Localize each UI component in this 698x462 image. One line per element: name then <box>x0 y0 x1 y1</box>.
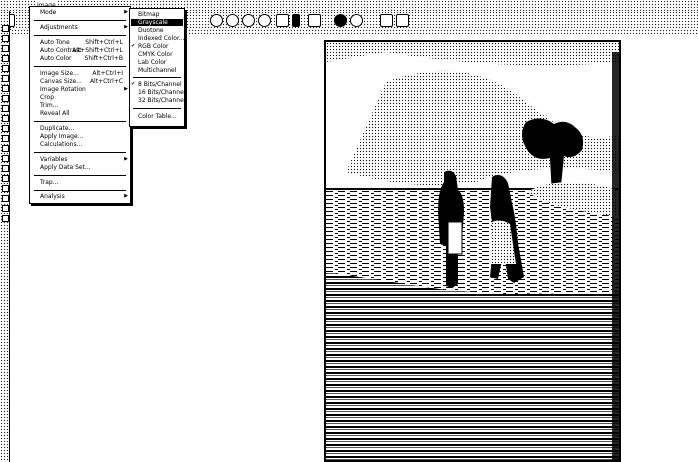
menu-item-auto-color[interactable]: Auto Color Shift+Ctrl+B <box>40 55 127 62</box>
brush-tool-icon[interactable] <box>2 95 9 102</box>
menu-item-mode[interactable]: Mode ▶ <box>40 9 128 16</box>
mode-item-bitmap[interactable]: Bitmap <box>138 11 182 18</box>
lasso-tool-icon[interactable] <box>2 45 9 52</box>
menu-separator <box>133 77 181 78</box>
option-icon-3[interactable] <box>242 14 255 27</box>
option-icon-7[interactable] <box>308 14 321 27</box>
quick-select-tool-icon[interactable] <box>2 55 9 62</box>
type-tool-icon[interactable] <box>2 175 9 182</box>
eraser-tool-icon[interactable] <box>2 125 9 132</box>
mode-item-indexed-color[interactable]: Indexed Color... <box>138 35 185 42</box>
submenu-arrow-icon: ▶ <box>124 86 128 92</box>
zoom-tool-icon[interactable] <box>2 215 9 222</box>
checkmark-icon: ✔ <box>131 81 136 87</box>
mode-item-grayscale[interactable]: Grayscale <box>131 19 183 26</box>
menu-item-calculations[interactable]: Calculations... <box>40 141 127 148</box>
option-icon-9[interactable] <box>350 14 363 27</box>
menu-item-image-rotation[interactable]: Image Rotation ▶ <box>40 86 128 93</box>
dodge-tool-icon[interactable] <box>2 155 9 162</box>
mode-item-32-bits[interactable]: 32 Bits/Channel <box>138 97 185 104</box>
submenu-arrow-icon: ▶ <box>124 9 128 15</box>
menu-item-auto-tone[interactable]: Auto Tone Shift+Ctrl+L <box>40 39 127 46</box>
menu-item-variables[interactable]: Variables ▶ <box>40 156 128 163</box>
mode-submenu: Bitmap Grayscale Duotone Indexed Color..… <box>129 8 185 127</box>
crop-tool-icon[interactable] <box>2 65 9 72</box>
mode-item-lab-color[interactable]: Lab Color <box>138 59 182 66</box>
mode-item-color-table[interactable]: Color Table... <box>138 113 182 120</box>
image-menu-dropdown: Mode ▶ Adjustments ▶ Auto Tone Shift+Ctr… <box>29 6 131 204</box>
menu-separator <box>34 20 126 21</box>
menu-item-auto-contrast[interactable]: Auto Contrast Alt+Shift+Ctrl+L <box>40 47 127 54</box>
menu-separator <box>34 35 126 36</box>
mode-item-multichannel[interactable]: Multichannel <box>138 67 182 74</box>
menu-item-adjustments[interactable]: Adjustments ▶ <box>40 24 128 31</box>
option-icon-2[interactable] <box>226 14 239 27</box>
mode-item-cmyk-color[interactable]: CMYK Color <box>138 51 182 58</box>
option-icon-11[interactable] <box>396 14 409 27</box>
path-select-icon[interactable] <box>2 185 9 192</box>
menu-item-canvas-size[interactable]: Canvas Size... Alt+Ctrl+C <box>40 78 127 85</box>
menu-separator <box>133 108 181 109</box>
menu-separator <box>34 190 126 191</box>
option-icon-1[interactable] <box>210 14 223 27</box>
mode-item-duotone[interactable]: Duotone <box>138 27 182 34</box>
submenu-arrow-icon: ▶ <box>124 156 128 162</box>
menu-item-apply-image[interactable]: Apply Image... <box>40 133 127 140</box>
option-icon-10[interactable] <box>380 14 393 27</box>
mode-item-16-bits[interactable]: 16 Bits/Channel <box>138 89 185 96</box>
menu-item-trap[interactable]: Trap... <box>40 179 127 186</box>
option-icon-8[interactable] <box>334 14 347 27</box>
option-icon-4[interactable] <box>258 14 271 27</box>
menu-separator <box>34 66 126 67</box>
stamp-tool-icon[interactable] <box>2 105 9 112</box>
menu-separator <box>34 121 126 122</box>
option-icon-5[interactable] <box>276 14 289 27</box>
menu-item-reveal-all[interactable]: Reveal All <box>40 110 127 117</box>
menu-item-trim[interactable]: Trim... <box>40 102 127 109</box>
menu-item-duplicate[interactable]: Duplicate... <box>40 125 127 132</box>
blur-tool-icon[interactable] <box>2 145 9 152</box>
toolbox <box>0 11 10 462</box>
option-icon-6[interactable] <box>292 14 300 27</box>
pen-tool-icon[interactable] <box>2 165 9 172</box>
mode-item-8-bits[interactable]: 8 Bits/Channel <box>138 81 182 88</box>
photo-couple-boardwalk <box>326 42 619 460</box>
document-canvas[interactable] <box>324 40 621 462</box>
gradient-tool-icon[interactable] <box>2 135 9 142</box>
menu-separator <box>34 175 126 176</box>
menu-item-crop[interactable]: Crop <box>40 94 127 101</box>
checkmark-icon: ✔ <box>131 43 136 49</box>
submenu-arrow-icon: ▶ <box>124 24 128 30</box>
shape-tool-icon[interactable] <box>2 195 9 202</box>
mode-item-rgb-color[interactable]: RGB Color <box>138 43 182 50</box>
history-brush-icon[interactable] <box>2 115 9 122</box>
hand-tool-icon[interactable] <box>2 205 9 212</box>
marquee-tool-icon[interactable] <box>2 35 9 42</box>
eyedropper-tool-icon[interactable] <box>2 75 9 82</box>
menu-item-analysis[interactable]: Analysis ▶ <box>40 193 128 200</box>
menu-separator <box>34 152 126 153</box>
menu-item-image-size[interactable]: Image Size... Alt+Ctrl+I <box>40 70 127 77</box>
move-tool-icon[interactable] <box>2 25 9 32</box>
healing-tool-icon[interactable] <box>2 85 9 92</box>
menu-item-apply-data-set[interactable]: Apply Data Set... <box>40 164 127 171</box>
submenu-arrow-icon: ▶ <box>124 193 128 199</box>
